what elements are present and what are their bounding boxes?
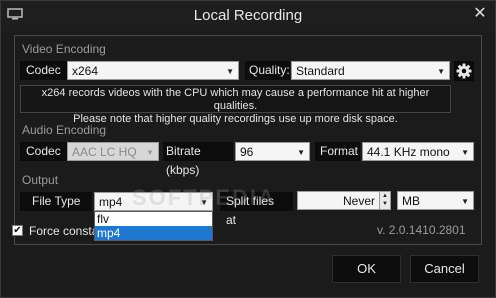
split-size-spinner[interactable]: ▲ ▼ xyxy=(379,191,391,210)
cancel-button[interactable]: Cancel xyxy=(410,255,479,283)
spin-down-icon[interactable]: ▼ xyxy=(380,200,390,208)
format-label: Format xyxy=(315,142,360,161)
format-value: 44.1 KHz mono xyxy=(367,145,450,159)
ok-button[interactable]: OK xyxy=(332,255,401,283)
title-bar: Local Recording ✕ xyxy=(1,1,495,31)
chevron-down-icon: ▼ xyxy=(461,148,469,157)
format-select[interactable]: 44.1 KHz mono ▼ xyxy=(362,142,474,161)
audio-codec-value: AAC LC HQ xyxy=(72,145,137,159)
chevron-down-icon: ▼ xyxy=(437,67,445,76)
gear-icon xyxy=(456,63,472,79)
encoder-note: x264 records videos with the CPU which m… xyxy=(20,85,451,125)
video-codec-value: x264 xyxy=(72,64,99,78)
split-size-input[interactable]: Never xyxy=(297,191,380,210)
recording-window: Local Recording ✕ Video Encoding Codec x… xyxy=(0,0,496,298)
chevron-down-icon: ▼ xyxy=(461,197,469,206)
file-type-option-flv[interactable]: flv xyxy=(95,212,212,226)
watermark: SOFTPEDIA xyxy=(132,185,276,210)
window-title: Local Recording xyxy=(193,7,303,24)
quality-value: Standard xyxy=(296,64,345,78)
bitrate-value: 96 xyxy=(240,145,254,159)
split-unit-value: MB xyxy=(402,194,420,208)
audio-codec-label: Codec xyxy=(20,142,67,161)
video-codec-select[interactable]: x264 ▼ xyxy=(67,61,239,80)
video-codec-label: Codec xyxy=(20,61,67,80)
spin-up-icon[interactable]: ▲ xyxy=(380,192,390,200)
split-unit-select[interactable]: MB ▼ xyxy=(397,191,474,210)
file-type-value: mp4 xyxy=(99,195,123,209)
file-type-option-mp4[interactable]: mp4 xyxy=(95,226,212,240)
encoder-note-line1: x264 records videos with the CPU which m… xyxy=(41,87,430,112)
quality-select[interactable]: Standard ▼ xyxy=(291,61,450,80)
output-heading: Output xyxy=(22,173,59,187)
chevron-down-icon: ▼ xyxy=(226,67,234,76)
force-label: Force constar xyxy=(29,224,103,238)
audio-encoding-heading: Audio Encoding xyxy=(22,123,107,137)
close-button[interactable]: ✕ xyxy=(471,5,489,23)
version-text: v. 2.0.1410.2801 xyxy=(377,223,466,237)
chevron-down-icon: ▼ xyxy=(146,148,154,157)
file-type-label: File Type xyxy=(20,192,92,211)
quality-label: Quality: xyxy=(245,61,290,80)
video-encoding-heading: Video Encoding xyxy=(22,42,106,56)
quality-settings-button[interactable] xyxy=(454,61,474,81)
close-icon: ✕ xyxy=(473,5,487,22)
checkmark-icon: ✔ xyxy=(13,225,22,236)
audio-codec-select: AAC LC HQ ▼ xyxy=(67,142,159,161)
force-checkbox[interactable]: ✔ xyxy=(12,225,23,236)
chevron-down-icon: ▼ xyxy=(297,148,305,157)
bitrate-label: Bitrate (kbps) xyxy=(163,142,233,177)
split-size-value: Never xyxy=(342,194,375,208)
bitrate-select[interactable]: 96 ▼ xyxy=(235,142,310,161)
file-type-dropdown-list: flv mp4 xyxy=(94,211,213,241)
